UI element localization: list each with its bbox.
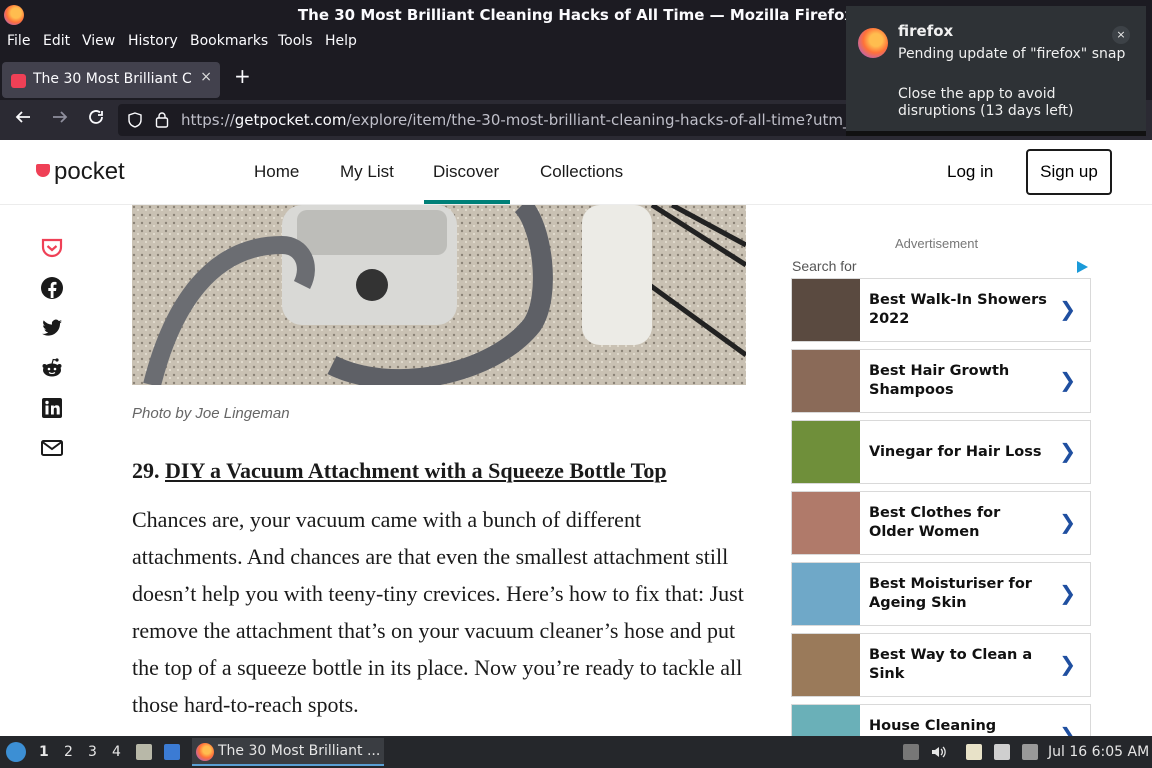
nav-home[interactable]: Home [254, 162, 299, 182]
update-notification[interactable]: firefox Pending update of "firefox" snap… [846, 6, 1146, 136]
lock-icon[interactable] [155, 111, 169, 128]
ad-item[interactable]: Best Clothes for Older Women ❯ [791, 491, 1091, 555]
tab-active[interactable]: The 30 Most Brilliant Cleaning Hacks of … [2, 62, 220, 98]
facebook-icon[interactable] [40, 276, 64, 300]
ad-thumbnail [792, 350, 860, 412]
heading-link[interactable]: DIY a Vacuum Attachment with a Squeeze B… [165, 458, 667, 483]
storage-icon[interactable] [903, 744, 919, 760]
reload-icon[interactable] [87, 108, 105, 131]
page-content: Photo by Joe Lingeman 29. DIY a Vacuum A… [0, 205, 1152, 736]
desktop-icon[interactable] [164, 744, 180, 760]
new-tab-icon[interactable]: + [234, 64, 251, 88]
file-manager-icon[interactable] [136, 744, 152, 760]
menu-file[interactable]: File [7, 33, 30, 49]
clock[interactable]: Jul 16 6:05 AM [1048, 744, 1149, 760]
search-for-label: Search for [792, 258, 857, 274]
chevron-right-icon: ❯ [1059, 297, 1076, 321]
ad-thumbnail [792, 634, 860, 696]
active-nav-indicator [424, 200, 510, 204]
chevron-right-icon: ❯ [1059, 581, 1076, 605]
photo-caption: Photo by Joe Lingeman [132, 405, 290, 422]
chevron-right-icon: ❯ [1059, 510, 1076, 534]
article-photo [132, 205, 746, 385]
ad-thumbnail [792, 492, 860, 554]
nav-my-list[interactable]: My List [340, 162, 394, 182]
ad-item[interactable]: Vinegar for Hair Loss ❯ [791, 420, 1091, 484]
workspace-3[interactable]: 3 [88, 744, 97, 760]
updates-icon[interactable] [1022, 744, 1038, 760]
ad-item[interactable]: Best Hair Growth Shampoos ❯ [791, 349, 1091, 413]
heading-number: 29. [132, 458, 160, 483]
nav-discover[interactable]: Discover [433, 162, 499, 182]
linkedin-icon[interactable] [40, 396, 64, 420]
signup-button[interactable]: Sign up [1026, 149, 1112, 195]
chevron-right-icon: ❯ [1059, 439, 1076, 463]
volume-icon[interactable] [930, 744, 946, 760]
tab-close-icon[interactable]: × [200, 69, 212, 85]
ad-item[interactable]: Best Walk-In Showers 2022 ❯ [791, 278, 1091, 342]
workspace-4[interactable]: 4 [112, 744, 121, 760]
notification-app-name: firefox [898, 22, 954, 40]
menu-help[interactable]: Help [325, 33, 357, 49]
url-bar[interactable]: https://getpocket.com/explore/item/the-3… [118, 104, 858, 136]
notification-detail: Close the app to avoid disruptions (13 d… [898, 86, 1074, 119]
start-menu-icon[interactable] [6, 742, 26, 762]
pocket-favicon-icon [11, 74, 26, 88]
url-text: https://getpocket.com/explore/item/the-3… [181, 111, 858, 129]
email-icon[interactable] [40, 436, 64, 460]
chevron-right-icon: ❯ [1059, 652, 1076, 676]
site-header: pocket Home My List Discover Collections… [0, 140, 1152, 205]
ad-thumbnail [792, 563, 860, 625]
network-icon[interactable] [994, 744, 1010, 760]
adchoices-icon[interactable] [1077, 261, 1088, 273]
firefox-logo-icon [858, 28, 888, 58]
chevron-right-icon: ❯ [1059, 368, 1076, 392]
ad-thumbnail [792, 279, 860, 341]
workspace-2[interactable]: 2 [64, 744, 73, 760]
menu-tools[interactable]: Tools [278, 33, 313, 49]
ad-text: Best Moisturiser for Ageing Skin [869, 576, 1032, 611]
pocket-mark-icon [36, 164, 50, 177]
pocket-save-icon[interactable] [40, 236, 64, 260]
ad-text: Best Clothes for Older Women [869, 505, 1001, 540]
ad-text: House Cleaning Prices [869, 718, 997, 734]
ad-text: Best Hair Growth Shampoos [869, 363, 1010, 398]
firefox-icon [196, 743, 214, 761]
menu-edit[interactable]: Edit [43, 33, 70, 49]
back-icon[interactable] [14, 108, 32, 131]
ad-text: Best Walk-In Showers 2022 [869, 292, 1047, 327]
nav-collections[interactable]: Collections [540, 162, 623, 182]
forward-icon[interactable] [51, 108, 69, 131]
ad-item[interactable]: Best Moisturiser for Ageing Skin ❯ [791, 562, 1091, 626]
tab-label: The 30 Most Brilliant Cleaning Hacks of … [33, 71, 193, 87]
taskbar: 1 2 3 4 The 30 Most Brilliant ... Jul 16… [0, 736, 1152, 768]
ad-text: Vinegar for Hair Loss [869, 443, 1042, 460]
reddit-icon[interactable] [40, 356, 64, 380]
workspace-1[interactable]: 1 [39, 744, 49, 760]
ad-thumbnail [792, 705, 860, 736]
menu-view[interactable]: View [82, 33, 115, 49]
article-body: Chances are, your vacuum came with a bun… [132, 507, 744, 717]
section-heading: 29. DIY a Vacuum Attachment with a Squee… [132, 458, 667, 484]
ad-item[interactable]: Best Way to Clean a Sink ❯ [791, 633, 1091, 697]
advertisement-label: Advertisement [895, 236, 979, 251]
login-link[interactable]: Log in [947, 162, 993, 182]
ad-item[interactable]: House Cleaning Prices ❯ [791, 704, 1091, 736]
task-label: The 30 Most Brilliant ... [218, 743, 381, 759]
chevron-right-icon: ❯ [1059, 723, 1076, 736]
twitter-icon[interactable] [40, 316, 64, 340]
notification-message: Pending update of "firefox" snap [898, 46, 1126, 62]
clipboard-icon[interactable] [966, 744, 982, 760]
ad-thumbnail [792, 421, 860, 483]
taskbar-firefox-task[interactable]: The 30 Most Brilliant ... [192, 738, 384, 766]
notification-close-icon[interactable]: × [1112, 26, 1130, 44]
menu-bookmarks[interactable]: Bookmarks [190, 33, 268, 49]
ad-text: Best Way to Clean a Sink [869, 647, 1033, 682]
shield-icon[interactable] [127, 112, 143, 128]
pocket-logo[interactable]: pocket [36, 158, 125, 186]
menu-history[interactable]: History [128, 33, 178, 49]
